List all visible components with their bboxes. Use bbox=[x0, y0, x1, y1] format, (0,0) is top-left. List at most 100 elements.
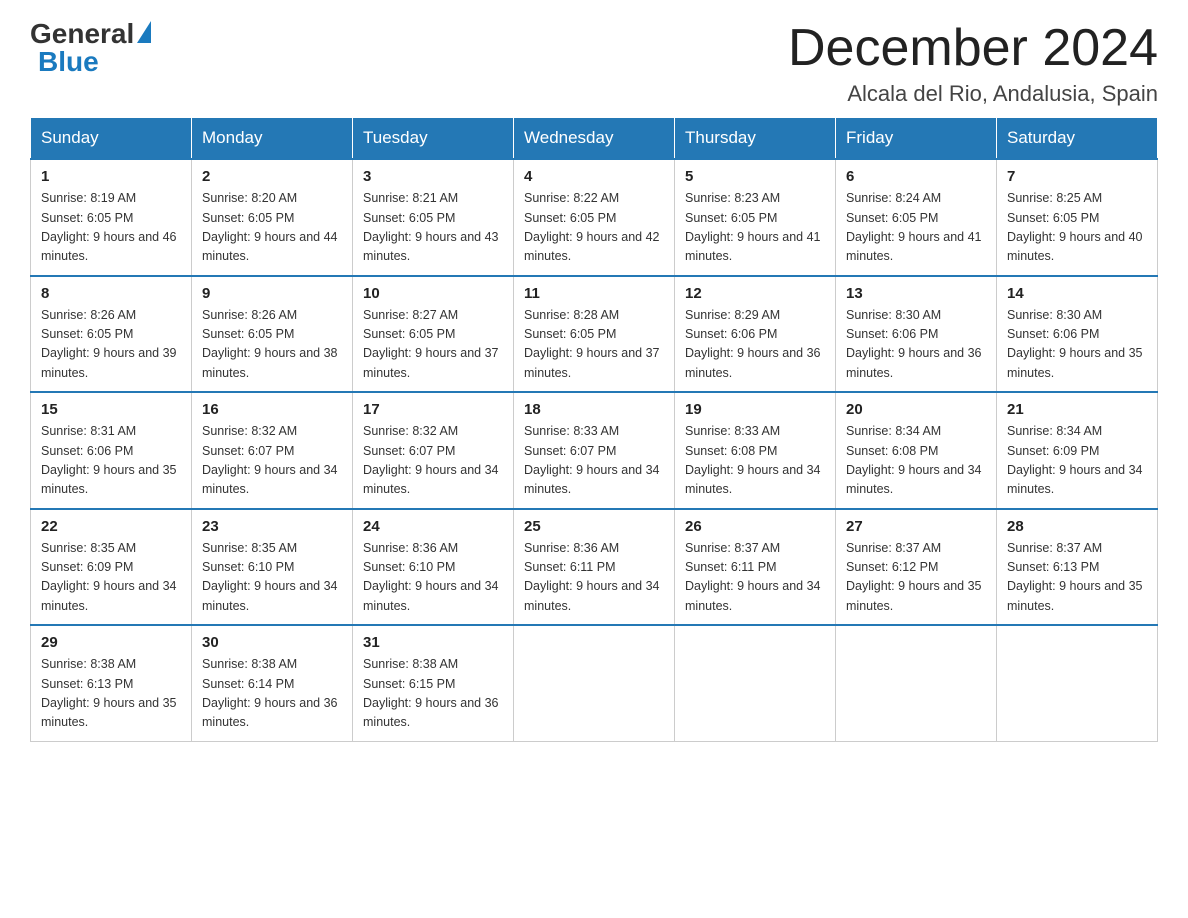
page-header: General Blue December 2024 Alcala del Ri… bbox=[30, 20, 1158, 107]
day-number: 26 bbox=[685, 518, 825, 535]
calendar-week-row: 15 Sunrise: 8:31 AMSunset: 6:06 PMDaylig… bbox=[31, 392, 1158, 509]
day-number: 11 bbox=[524, 285, 664, 302]
calendar-weekday-header: Tuesday bbox=[353, 118, 514, 160]
calendar-day-cell: 6 Sunrise: 8:24 AMSunset: 6:05 PMDayligh… bbox=[836, 159, 997, 276]
title-area: December 2024 Alcala del Rio, Andalusia,… bbox=[788, 20, 1158, 107]
day-number: 20 bbox=[846, 401, 986, 418]
day-number: 22 bbox=[41, 518, 181, 535]
calendar-day-cell: 19 Sunrise: 8:33 AMSunset: 6:08 PMDaylig… bbox=[675, 392, 836, 509]
logo: General Blue bbox=[30, 20, 151, 76]
day-number: 23 bbox=[202, 518, 342, 535]
calendar-day-cell: 16 Sunrise: 8:32 AMSunset: 6:07 PMDaylig… bbox=[192, 392, 353, 509]
day-info: Sunrise: 8:30 AMSunset: 6:06 PMDaylight:… bbox=[846, 306, 986, 384]
calendar-week-row: 1 Sunrise: 8:19 AMSunset: 6:05 PMDayligh… bbox=[31, 159, 1158, 276]
location-subtitle: Alcala del Rio, Andalusia, Spain bbox=[788, 81, 1158, 107]
day-number: 4 bbox=[524, 168, 664, 185]
day-number: 13 bbox=[846, 285, 986, 302]
day-info: Sunrise: 8:28 AMSunset: 6:05 PMDaylight:… bbox=[524, 306, 664, 384]
day-number: 25 bbox=[524, 518, 664, 535]
day-info: Sunrise: 8:38 AMSunset: 6:15 PMDaylight:… bbox=[363, 655, 503, 733]
day-number: 12 bbox=[685, 285, 825, 302]
calendar-day-cell: 24 Sunrise: 8:36 AMSunset: 6:10 PMDaylig… bbox=[353, 509, 514, 626]
calendar-weekday-header: Monday bbox=[192, 118, 353, 160]
day-number: 10 bbox=[363, 285, 503, 302]
day-number: 18 bbox=[524, 401, 664, 418]
day-info: Sunrise: 8:21 AMSunset: 6:05 PMDaylight:… bbox=[363, 189, 503, 267]
day-info: Sunrise: 8:25 AMSunset: 6:05 PMDaylight:… bbox=[1007, 189, 1147, 267]
day-info: Sunrise: 8:31 AMSunset: 6:06 PMDaylight:… bbox=[41, 422, 181, 500]
day-number: 6 bbox=[846, 168, 986, 185]
day-number: 8 bbox=[41, 285, 181, 302]
day-info: Sunrise: 8:37 AMSunset: 6:13 PMDaylight:… bbox=[1007, 539, 1147, 617]
day-number: 3 bbox=[363, 168, 503, 185]
day-info: Sunrise: 8:23 AMSunset: 6:05 PMDaylight:… bbox=[685, 189, 825, 267]
calendar-day-cell bbox=[514, 625, 675, 741]
day-info: Sunrise: 8:33 AMSunset: 6:07 PMDaylight:… bbox=[524, 422, 664, 500]
day-number: 15 bbox=[41, 401, 181, 418]
calendar-day-cell: 13 Sunrise: 8:30 AMSunset: 6:06 PMDaylig… bbox=[836, 276, 997, 393]
day-number: 16 bbox=[202, 401, 342, 418]
day-info: Sunrise: 8:19 AMSunset: 6:05 PMDaylight:… bbox=[41, 189, 181, 267]
calendar-day-cell bbox=[836, 625, 997, 741]
calendar-weekday-header: Friday bbox=[836, 118, 997, 160]
calendar-day-cell: 17 Sunrise: 8:32 AMSunset: 6:07 PMDaylig… bbox=[353, 392, 514, 509]
day-number: 19 bbox=[685, 401, 825, 418]
day-number: 7 bbox=[1007, 168, 1147, 185]
calendar-day-cell: 10 Sunrise: 8:27 AMSunset: 6:05 PMDaylig… bbox=[353, 276, 514, 393]
day-info: Sunrise: 8:29 AMSunset: 6:06 PMDaylight:… bbox=[685, 306, 825, 384]
calendar-day-cell bbox=[675, 625, 836, 741]
day-info: Sunrise: 8:26 AMSunset: 6:05 PMDaylight:… bbox=[41, 306, 181, 384]
day-info: Sunrise: 8:37 AMSunset: 6:11 PMDaylight:… bbox=[685, 539, 825, 617]
calendar-day-cell: 5 Sunrise: 8:23 AMSunset: 6:05 PMDayligh… bbox=[675, 159, 836, 276]
day-number: 28 bbox=[1007, 518, 1147, 535]
logo-blue-text: Blue bbox=[38, 48, 99, 76]
day-info: Sunrise: 8:36 AMSunset: 6:11 PMDaylight:… bbox=[524, 539, 664, 617]
calendar-day-cell: 20 Sunrise: 8:34 AMSunset: 6:08 PMDaylig… bbox=[836, 392, 997, 509]
day-info: Sunrise: 8:24 AMSunset: 6:05 PMDaylight:… bbox=[846, 189, 986, 267]
day-number: 31 bbox=[363, 634, 503, 651]
day-number: 29 bbox=[41, 634, 181, 651]
day-info: Sunrise: 8:33 AMSunset: 6:08 PMDaylight:… bbox=[685, 422, 825, 500]
day-number: 9 bbox=[202, 285, 342, 302]
calendar-day-cell: 26 Sunrise: 8:37 AMSunset: 6:11 PMDaylig… bbox=[675, 509, 836, 626]
calendar-day-cell: 2 Sunrise: 8:20 AMSunset: 6:05 PMDayligh… bbox=[192, 159, 353, 276]
logo-general-text: General bbox=[30, 20, 134, 48]
day-info: Sunrise: 8:26 AMSunset: 6:05 PMDaylight:… bbox=[202, 306, 342, 384]
month-year-title: December 2024 bbox=[788, 20, 1158, 77]
day-info: Sunrise: 8:35 AMSunset: 6:10 PMDaylight:… bbox=[202, 539, 342, 617]
day-number: 17 bbox=[363, 401, 503, 418]
calendar-day-cell bbox=[997, 625, 1158, 741]
calendar-day-cell: 7 Sunrise: 8:25 AMSunset: 6:05 PMDayligh… bbox=[997, 159, 1158, 276]
calendar-day-cell: 4 Sunrise: 8:22 AMSunset: 6:05 PMDayligh… bbox=[514, 159, 675, 276]
calendar-week-row: 22 Sunrise: 8:35 AMSunset: 6:09 PMDaylig… bbox=[31, 509, 1158, 626]
day-number: 24 bbox=[363, 518, 503, 535]
calendar-header-row: SundayMondayTuesdayWednesdayThursdayFrid… bbox=[31, 118, 1158, 160]
day-info: Sunrise: 8:36 AMSunset: 6:10 PMDaylight:… bbox=[363, 539, 503, 617]
day-number: 5 bbox=[685, 168, 825, 185]
day-number: 1 bbox=[41, 168, 181, 185]
calendar-day-cell: 23 Sunrise: 8:35 AMSunset: 6:10 PMDaylig… bbox=[192, 509, 353, 626]
day-info: Sunrise: 8:35 AMSunset: 6:09 PMDaylight:… bbox=[41, 539, 181, 617]
day-info: Sunrise: 8:27 AMSunset: 6:05 PMDaylight:… bbox=[363, 306, 503, 384]
day-info: Sunrise: 8:38 AMSunset: 6:14 PMDaylight:… bbox=[202, 655, 342, 733]
calendar-day-cell: 18 Sunrise: 8:33 AMSunset: 6:07 PMDaylig… bbox=[514, 392, 675, 509]
calendar-day-cell: 22 Sunrise: 8:35 AMSunset: 6:09 PMDaylig… bbox=[31, 509, 192, 626]
calendar-day-cell: 30 Sunrise: 8:38 AMSunset: 6:14 PMDaylig… bbox=[192, 625, 353, 741]
calendar-day-cell: 28 Sunrise: 8:37 AMSunset: 6:13 PMDaylig… bbox=[997, 509, 1158, 626]
calendar-weekday-header: Wednesday bbox=[514, 118, 675, 160]
calendar-day-cell: 14 Sunrise: 8:30 AMSunset: 6:06 PMDaylig… bbox=[997, 276, 1158, 393]
calendar-weekday-header: Sunday bbox=[31, 118, 192, 160]
day-info: Sunrise: 8:32 AMSunset: 6:07 PMDaylight:… bbox=[363, 422, 503, 500]
calendar-day-cell: 31 Sunrise: 8:38 AMSunset: 6:15 PMDaylig… bbox=[353, 625, 514, 741]
day-info: Sunrise: 8:32 AMSunset: 6:07 PMDaylight:… bbox=[202, 422, 342, 500]
day-number: 21 bbox=[1007, 401, 1147, 418]
calendar-day-cell: 3 Sunrise: 8:21 AMSunset: 6:05 PMDayligh… bbox=[353, 159, 514, 276]
day-number: 2 bbox=[202, 168, 342, 185]
calendar-day-cell: 9 Sunrise: 8:26 AMSunset: 6:05 PMDayligh… bbox=[192, 276, 353, 393]
day-info: Sunrise: 8:30 AMSunset: 6:06 PMDaylight:… bbox=[1007, 306, 1147, 384]
calendar-day-cell: 12 Sunrise: 8:29 AMSunset: 6:06 PMDaylig… bbox=[675, 276, 836, 393]
day-info: Sunrise: 8:37 AMSunset: 6:12 PMDaylight:… bbox=[846, 539, 986, 617]
day-number: 27 bbox=[846, 518, 986, 535]
calendar-week-row: 8 Sunrise: 8:26 AMSunset: 6:05 PMDayligh… bbox=[31, 276, 1158, 393]
day-info: Sunrise: 8:20 AMSunset: 6:05 PMDaylight:… bbox=[202, 189, 342, 267]
